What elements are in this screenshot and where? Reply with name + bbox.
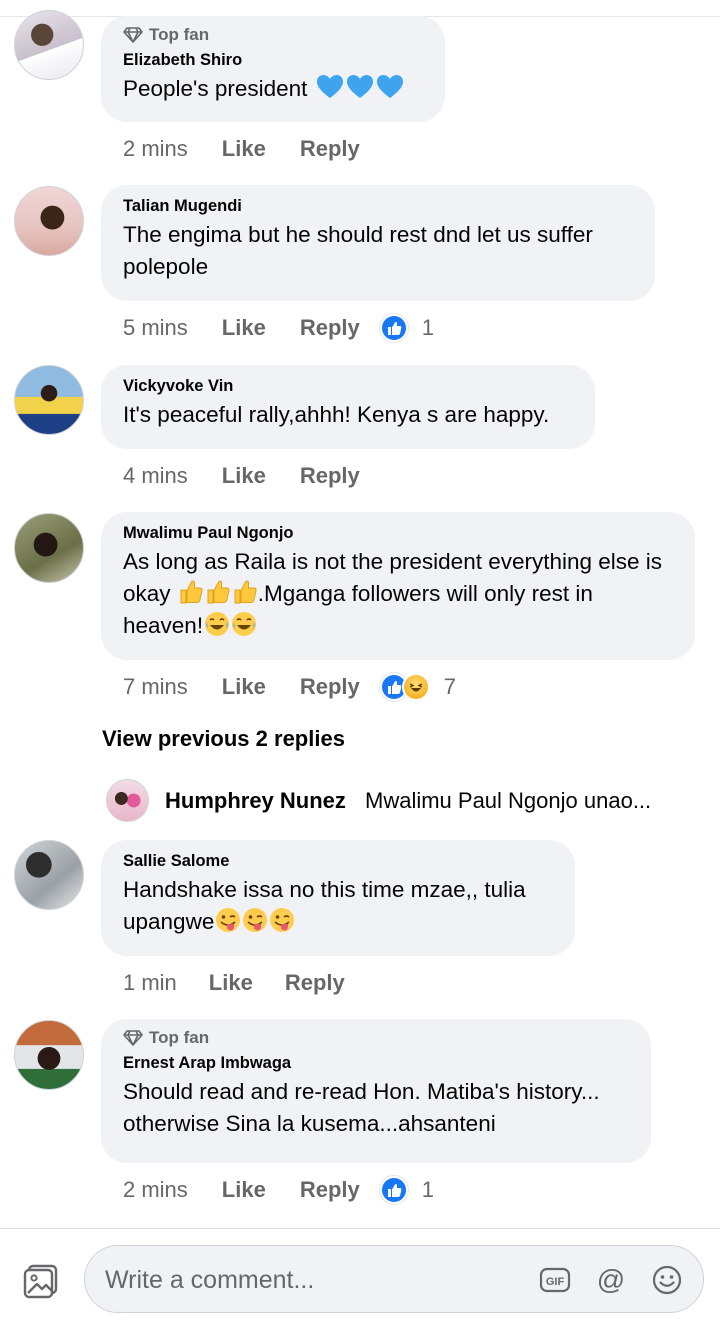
heart-emoji bbox=[376, 75, 403, 98]
diamond-icon bbox=[123, 27, 143, 43]
comment-author[interactable]: Mwalimu Paul Ngonjo bbox=[123, 522, 673, 544]
avatar[interactable] bbox=[106, 779, 149, 822]
reaction-summary[interactable]: 1 bbox=[379, 1176, 434, 1204]
gif-icon[interactable]: GIF bbox=[539, 1264, 571, 1296]
comment-text-content: Handshake issa no this time mzae,, tulia… bbox=[123, 877, 526, 934]
top-fan-label: Top fan bbox=[149, 25, 210, 44]
comment-composer-bar: GIF @ bbox=[0, 1228, 720, 1329]
comment-time[interactable]: 2 mins bbox=[123, 1176, 188, 1204]
comment-actions: 5 mins Like Reply 1 bbox=[123, 314, 434, 342]
comment-text: It's peaceful rally,ahhh! Kenya s are ha… bbox=[123, 402, 550, 427]
joy-emoji bbox=[205, 612, 230, 636]
comment-input[interactable] bbox=[103, 1246, 527, 1314]
comment-actions: 2 mins Like Reply 1 bbox=[123, 1176, 434, 1204]
avatar[interactable] bbox=[14, 1020, 84, 1090]
reply-snippet[interactable]: Mwalimu Paul Ngonjo unao... bbox=[365, 788, 651, 814]
like-button[interactable]: Like bbox=[222, 135, 266, 163]
comment-actions: 7 mins Like Reply 7 bbox=[123, 673, 456, 701]
comment-author[interactable]: Talian Mugendi bbox=[123, 195, 633, 217]
comment-bubble[interactable]: Talian Mugendi The engima but he should … bbox=[101, 185, 655, 301]
gif-label: GIF bbox=[546, 1276, 565, 1288]
top-fan-label: Top fan bbox=[149, 1028, 210, 1047]
comment-actions: 2 mins Like Reply bbox=[123, 135, 360, 163]
comment-text: Handshake issa no this time mzae,, tulia… bbox=[123, 874, 553, 938]
comment-bubble[interactable]: Sallie Salome Handshake issa no this tim… bbox=[101, 840, 575, 956]
reaction-count: 1 bbox=[421, 1177, 434, 1202]
comment-time[interactable]: 4 mins bbox=[123, 462, 188, 490]
comment-actions: 1 min Like Reply bbox=[123, 969, 345, 997]
reply-button[interactable]: Reply bbox=[300, 314, 360, 342]
reply-button[interactable]: Reply bbox=[285, 969, 345, 997]
like-button[interactable]: Like bbox=[222, 314, 266, 342]
photo-icon[interactable] bbox=[22, 1262, 60, 1300]
winking-tongue-emoji bbox=[270, 908, 295, 932]
comment-text: As long as Raila is not the president ev… bbox=[123, 546, 673, 642]
like-button[interactable]: Like bbox=[222, 462, 266, 490]
comment-bubble[interactable]: Mwalimu Paul Ngonjo As long as Raila is … bbox=[101, 512, 695, 660]
reply-button[interactable]: Reply bbox=[300, 673, 360, 701]
smiley-icon[interactable] bbox=[651, 1264, 683, 1296]
mention-icon[interactable]: @ bbox=[595, 1264, 627, 1296]
comment-input-container[interactable]: GIF @ bbox=[84, 1245, 704, 1314]
winking-tongue-emoji bbox=[243, 908, 268, 932]
comment-time[interactable]: 5 mins bbox=[123, 314, 188, 342]
diamond-icon bbox=[123, 1030, 143, 1046]
comment-text: Should read and re-read Hon. Matiba's hi… bbox=[123, 1079, 600, 1136]
reply-button[interactable]: Reply bbox=[300, 462, 360, 490]
comment-bubble[interactable]: Top fan Ernest Arap Imbwaga Should read … bbox=[101, 1019, 651, 1163]
reaction-count: 7 bbox=[443, 674, 456, 699]
reply-button[interactable]: Reply bbox=[300, 135, 360, 163]
comment-bubble[interactable]: Top fan Elizabeth Shiro People's preside… bbox=[101, 16, 445, 122]
comment-bubble[interactable]: Vickyvoke Vin It's peaceful rally,ahhh! … bbox=[101, 365, 595, 449]
joy-emoji bbox=[232, 612, 257, 636]
top-fan-badge: Top fan bbox=[123, 1028, 629, 1048]
avatar[interactable] bbox=[14, 186, 84, 256]
thumbs-up-emoji bbox=[234, 580, 257, 604]
like-button[interactable]: Like bbox=[222, 1176, 266, 1204]
like-reaction-icon bbox=[379, 1176, 408, 1204]
avatar[interactable] bbox=[14, 365, 84, 435]
haha-reaction-icon bbox=[401, 673, 430, 701]
comment-time[interactable]: 7 mins bbox=[123, 673, 188, 701]
heart-emoji bbox=[316, 75, 343, 98]
avatar[interactable] bbox=[14, 513, 84, 583]
avatar[interactable] bbox=[14, 10, 84, 80]
view-previous-replies[interactable]: View previous 2 replies bbox=[102, 726, 345, 752]
like-button[interactable]: Like bbox=[222, 673, 266, 701]
comment-text-content: People's president bbox=[123, 76, 308, 101]
comment-author[interactable]: Elizabeth Shiro bbox=[123, 49, 423, 71]
winking-tongue-emoji bbox=[216, 908, 241, 932]
like-reaction-icon bbox=[379, 314, 408, 342]
avatar[interactable] bbox=[14, 840, 84, 910]
comment-time[interactable]: 2 mins bbox=[123, 135, 188, 163]
reaction-summary[interactable]: 1 bbox=[379, 314, 434, 342]
mention-symbol: @ bbox=[597, 1264, 625, 1295]
comment-text: People's president bbox=[123, 73, 423, 105]
thumbs-up-emoji bbox=[180, 580, 203, 604]
reply-button[interactable]: Reply bbox=[300, 1176, 360, 1204]
comment-text: The engima but he should rest dnd let us… bbox=[123, 222, 593, 279]
comment-author[interactable]: Sallie Salome bbox=[123, 850, 553, 872]
heart-emoji bbox=[346, 75, 373, 98]
reaction-summary[interactable]: 7 bbox=[379, 673, 456, 701]
reaction-count: 1 bbox=[421, 315, 434, 340]
comment-time[interactable]: 1 min bbox=[123, 969, 177, 997]
thumbs-up-emoji bbox=[207, 580, 230, 604]
comment-actions: 4 mins Like Reply bbox=[123, 462, 360, 490]
reply-author[interactable]: Humphrey Nunez bbox=[165, 788, 346, 814]
comment-author[interactable]: Vickyvoke Vin bbox=[123, 375, 573, 397]
like-button[interactable]: Like bbox=[209, 969, 253, 997]
comment-author[interactable]: Ernest Arap Imbwaga bbox=[123, 1052, 629, 1074]
top-fan-badge: Top fan bbox=[123, 25, 423, 45]
